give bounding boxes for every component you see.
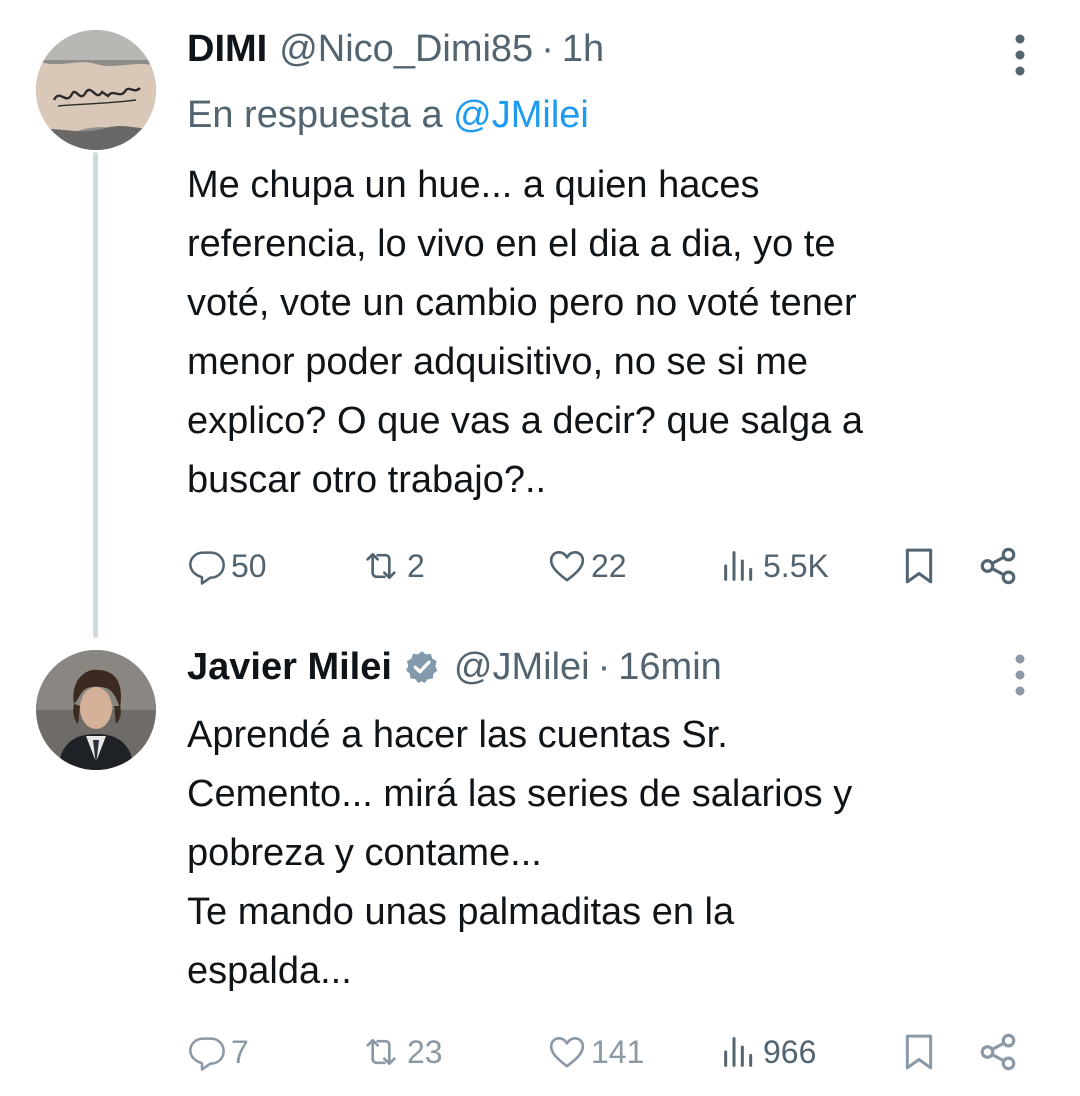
reply-handle-link[interactable]: @JMilei <box>453 94 589 136</box>
share-button[interactable] <box>977 1024 1019 1080</box>
retweet-icon <box>366 553 396 579</box>
separator-dot: · <box>597 646 611 688</box>
views-button[interactable]: 5.5K <box>719 538 829 594</box>
reply-icon <box>189 551 225 585</box>
bookmark-icon <box>905 1034 933 1070</box>
like-count: 22 <box>591 547 627 584</box>
views-count: 966 <box>763 1033 817 1070</box>
tweet-header: DIMI @Nico_Dimi85 · 1h <box>187 24 604 74</box>
tweet-javier-milei[interactable]: Javier Milei @JMilei · 16min Aprendé a h… <box>0 630 1080 1096</box>
share-icon <box>980 547 1016 585</box>
reply-button[interactable]: 50 <box>187 538 267 594</box>
tweet-header: Javier Milei @JMilei · 16min <box>187 642 722 692</box>
reply-button[interactable]: 7 <box>187 1024 249 1080</box>
timestamp[interactable]: 1h <box>562 24 604 74</box>
retweet-count: 23 <box>407 1033 443 1070</box>
retweet-button[interactable]: 23 <box>359 1024 443 1080</box>
display-name[interactable]: Javier Milei <box>187 642 392 692</box>
like-button[interactable]: 141 <box>547 1024 644 1080</box>
retweet-count: 2 <box>407 547 425 584</box>
retweet-icon <box>366 1039 396 1065</box>
share-icon <box>980 1033 1016 1071</box>
user-handle[interactable]: @Nico_Dimi85 <box>279 24 533 74</box>
tweet-text: Me chupa un hue... a quien haces referen… <box>187 164 863 501</box>
bookmark-button[interactable] <box>899 538 939 594</box>
views-icon <box>724 551 753 581</box>
views-count: 5.5K <box>763 547 829 584</box>
avatar-dimi[interactable] <box>36 30 156 150</box>
timestamp[interactable]: 16min <box>618 642 722 692</box>
action-bar: 50 2 22 5.5K <box>187 538 1030 594</box>
reply-context: En respuesta a @JMilei <box>187 90 589 140</box>
reply-icon <box>189 1037 225 1071</box>
separator-dot: · <box>541 28 554 70</box>
bookmark-icon <box>905 548 933 584</box>
reply-prefix: En respuesta a <box>187 94 454 136</box>
reply-count: 50 <box>231 547 267 584</box>
like-button[interactable]: 22 <box>547 538 627 594</box>
retweet-button[interactable]: 2 <box>359 538 425 594</box>
heart-icon <box>549 551 585 582</box>
views-icon <box>724 1037 753 1067</box>
heart-icon <box>549 1037 585 1068</box>
user-handle[interactable]: @JMilei <box>454 642 590 692</box>
avatar-javier-milei[interactable] <box>36 650 156 770</box>
more-vertical-icon[interactable] <box>1010 32 1030 78</box>
like-count: 141 <box>591 1033 645 1070</box>
avatar-dimi-image <box>36 30 156 150</box>
share-button[interactable] <box>977 538 1019 594</box>
bookmark-button[interactable] <box>899 1024 939 1080</box>
verified-badge-icon[interactable] <box>404 649 440 685</box>
tweet-dimi[interactable]: DIMI @Nico_Dimi85 · 1h En respuesta a @J… <box>0 0 1080 620</box>
views-button[interactable]: 966 <box>719 1024 816 1080</box>
avatar-javier-milei-image <box>36 650 156 770</box>
display-name[interactable]: DIMI <box>187 24 267 74</box>
action-bar: 7 23 141 966 <box>187 1024 1030 1080</box>
more-vertical-icon[interactable] <box>1010 652 1030 698</box>
reply-count: 7 <box>231 1033 249 1070</box>
tweet-text: Aprendé a hacer las cuentas Sr. Cemento.… <box>187 714 853 992</box>
